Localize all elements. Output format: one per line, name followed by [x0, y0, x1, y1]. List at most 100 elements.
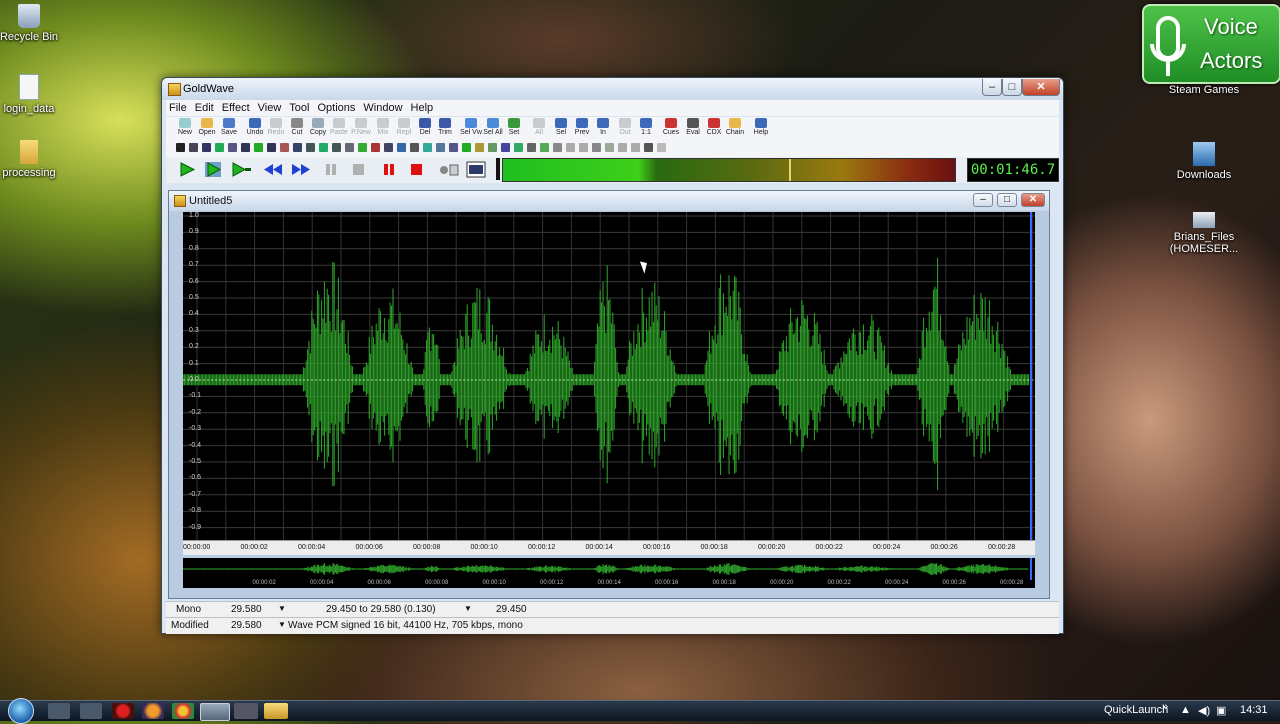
effect-tool-icon[interactable]	[501, 143, 510, 152]
start-button[interactable]	[8, 698, 34, 724]
document-close-button[interactable]: ✕	[1021, 193, 1045, 207]
up-arrow-icon[interactable]: ▲	[1180, 704, 1191, 716]
effect-tool-icon[interactable]	[605, 143, 614, 152]
toolbar-zoom-in-button[interactable]: In	[592, 117, 614, 140]
effect-tool-icon[interactable]	[293, 143, 302, 152]
record-pause-icon[interactable]	[380, 161, 398, 178]
menu-help[interactable]: Help	[408, 100, 439, 114]
taskbar-app-icon[interactable]	[112, 703, 134, 719]
menu-file[interactable]: File	[166, 100, 192, 114]
toolbar-set-button[interactable]: Set	[503, 117, 525, 140]
chrome-icon[interactable]	[172, 703, 194, 719]
menu-view[interactable]: View	[255, 100, 287, 114]
toolbar-save-button[interactable]: Save	[218, 117, 240, 140]
toolbar-zoom-1-1-button[interactable]: 1:1	[635, 117, 657, 140]
toolbar-mix-button[interactable]: Mix	[372, 117, 394, 140]
network-icon[interactable]: ▣	[1216, 704, 1226, 717]
effect-tool-icon[interactable]	[436, 143, 445, 152]
effect-tool-icon[interactable]	[631, 143, 640, 152]
desktop-icon-recycle-bin[interactable]: Recycle Bin	[0, 4, 64, 43]
effect-tool-icon[interactable]	[228, 143, 237, 152]
toolbar-evaluate-button[interactable]: Eval	[682, 117, 704, 140]
waveform-view[interactable]: 1.0 0.9 0.8 0.7 0.6 0.5 0.4 0.3 0.2 0.1 0.0 -0.1 -0.…	[183, 212, 1035, 540]
document-maximize-button[interactable]: □	[997, 193, 1017, 207]
taskbar-goldwave[interactable]	[200, 703, 230, 721]
visual-properties-icon[interactable]	[466, 161, 486, 178]
effect-tool-icon[interactable]	[566, 143, 575, 152]
effect-tool-icon[interactable]	[358, 143, 367, 152]
effect-tool-icon[interactable]	[215, 143, 224, 152]
chevron-down-icon[interactable]: ▼	[278, 620, 286, 629]
fast-forward-icon[interactable]	[290, 161, 310, 178]
toolbar-new-button[interactable]: New	[174, 117, 196, 140]
effect-tool-icon[interactable]	[202, 143, 211, 152]
close-button[interactable]: ✕	[1022, 79, 1060, 96]
toolbar-replace-button[interactable]: Repl	[393, 117, 415, 140]
effect-tool-icon[interactable]	[189, 143, 198, 152]
toolbar-help-button[interactable]: Help	[750, 117, 772, 140]
effect-tool-icon[interactable]	[254, 143, 263, 152]
play-icon[interactable]	[178, 161, 196, 178]
effect-tool-icon[interactable]	[332, 143, 341, 152]
toolbar-cues-button[interactable]: Cues	[660, 117, 682, 140]
effect-tool-icon[interactable]	[488, 143, 497, 152]
effect-tool-icon[interactable]	[306, 143, 315, 152]
effect-tool-icon[interactable]	[475, 143, 484, 152]
toolbar-select-view-button[interactable]: Sel Vw	[460, 117, 482, 140]
menu-effect[interactable]: Effect	[219, 100, 255, 114]
desktop-icon-steam-games[interactable]: Steam Games	[1168, 84, 1240, 96]
record-icon[interactable]	[408, 161, 426, 178]
toolbar-select-all-button[interactable]: Sel All	[482, 117, 504, 140]
chevron-right-icon[interactable]: »	[1162, 701, 1168, 713]
explorer-icon[interactable]	[264, 703, 288, 719]
desktop-icon-brians-files[interactable]: Brians_Files (HOMESER...	[1166, 212, 1242, 255]
effect-tool-icon[interactable]	[319, 143, 328, 152]
toolbar-trim-button[interactable]: Trim	[434, 117, 456, 140]
play-selection-icon[interactable]	[204, 161, 222, 178]
menu-window[interactable]: Window	[360, 100, 407, 114]
effect-tool-icon[interactable]	[540, 143, 549, 152]
firefox-icon[interactable]	[142, 703, 164, 719]
minimize-button[interactable]: –	[982, 79, 1002, 96]
menu-options[interactable]: Options	[314, 100, 360, 114]
toolbar-open-button[interactable]: Open	[196, 117, 218, 140]
desktop-icon-downloads[interactable]: Downloads	[1168, 142, 1240, 181]
menu-tool[interactable]: Tool	[286, 100, 314, 114]
desktop-icon-login-data[interactable]: login_data	[0, 74, 64, 115]
toolbar-redo-button[interactable]: Redo	[265, 117, 287, 140]
menu-edit[interactable]: Edit	[192, 100, 219, 114]
chevron-down-icon[interactable]: ▼	[278, 604, 286, 613]
maximize-button[interactable]: □	[1002, 79, 1022, 96]
quicklaunch-label[interactable]: QuickLaunch	[1104, 704, 1168, 716]
effect-tool-icon[interactable]	[384, 143, 393, 152]
title-bar[interactable]: GoldWave – □ ✕	[162, 78, 1063, 100]
device-controls-icon[interactable]	[438, 161, 459, 178]
effect-tool-icon[interactable]	[410, 143, 419, 152]
effect-tool-icon[interactable]	[345, 143, 354, 152]
effect-tool-icon[interactable]	[527, 143, 536, 152]
effect-tool-icon[interactable]	[176, 143, 185, 152]
toolbar-zoom-selection-button[interactable]: Sel	[550, 117, 572, 140]
clock[interactable]: 14:31	[1240, 704, 1268, 716]
effect-tool-icon[interactable]	[449, 143, 458, 152]
toolbar-undo-button[interactable]: Undo	[244, 117, 266, 140]
toolbar-cut-button[interactable]: Cut	[286, 117, 308, 140]
toolbar-paste-button[interactable]: Paste	[328, 117, 350, 140]
desktop-icon-processing[interactable]: processing	[0, 140, 64, 179]
effect-tool-icon[interactable]	[241, 143, 250, 152]
effect-tool-icon[interactable]	[592, 143, 601, 152]
effect-tool-icon[interactable]	[657, 143, 666, 152]
effect-tool-icon[interactable]	[579, 143, 588, 152]
toolbar-chain-button[interactable]: Chain	[724, 117, 746, 140]
effect-tool-icon[interactable]	[267, 143, 276, 152]
rewind-icon[interactable]	[262, 161, 282, 178]
effect-tool-icon[interactable]	[553, 143, 562, 152]
taskbar-app-icon[interactable]	[234, 703, 258, 719]
document-title-bar[interactable]: Untitled5 – □ ✕	[169, 191, 1049, 211]
effect-tool-icon[interactable]	[514, 143, 523, 152]
toolbar-zoom-out-button[interactable]: Out	[614, 117, 636, 140]
effect-tool-icon[interactable]	[462, 143, 471, 152]
toolbar-zoom-all-button[interactable]: All	[528, 117, 550, 140]
play-custom-icon[interactable]	[230, 161, 251, 178]
toolbar-copy-button[interactable]: Copy	[307, 117, 329, 140]
